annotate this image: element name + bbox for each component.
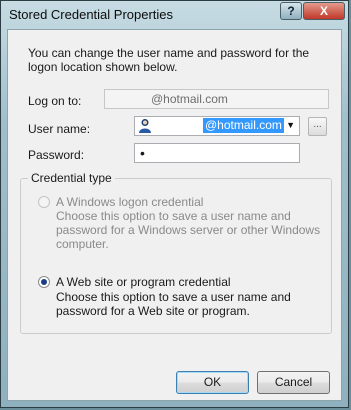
ok-button[interactable]: OK — [176, 371, 249, 394]
logon-label: Log on to: — [28, 94, 82, 108]
web-credential-description: Choose this option to save a user name a… — [56, 290, 291, 318]
title-bar[interactable]: Stored Credential Properties ? X — [1, 1, 348, 29]
cancel-button[interactable]: Cancel — [257, 371, 330, 394]
username-value: @hotmail.com — [205, 118, 282, 132]
chevron-down-icon[interactable]: ▼ — [286, 120, 295, 130]
close-button[interactable]: X — [303, 2, 345, 20]
intro-text: You can change the user name and passwor… — [28, 46, 310, 74]
password-value: • — [140, 145, 145, 161]
windows-credential-label: A Windows logon credential — [56, 195, 204, 209]
help-button[interactable]: ? — [280, 2, 302, 20]
web-credential-label[interactable]: A Web site or program credential — [56, 275, 231, 289]
windows-credential-radio[interactable] — [38, 196, 50, 208]
logon-field: @hotmail.com — [104, 89, 329, 109]
username-selected-text: @hotmail.com — [203, 118, 284, 133]
username-combobox[interactable]: @hotmail.com ▼ — [134, 116, 300, 136]
window-title: Stored Credential Properties — [9, 7, 174, 22]
credential-type-title: Credential type — [28, 171, 115, 185]
username-label: User name: — [28, 122, 91, 136]
password-field[interactable]: • — [134, 143, 300, 163]
windows-credential-description: Choose this option to save a user name a… — [56, 209, 321, 251]
dialog-body: You can change the user name and passwor… — [7, 29, 342, 401]
logon-value: @hotmail.com — [151, 92, 228, 106]
web-credential-radio[interactable] — [38, 276, 50, 288]
browse-button[interactable]: ... — [308, 117, 327, 136]
dialog-window: Stored Credential Properties ? X You can… — [0, 0, 349, 408]
user-credential-icon — [139, 119, 151, 133]
password-label: Password: — [28, 148, 85, 162]
